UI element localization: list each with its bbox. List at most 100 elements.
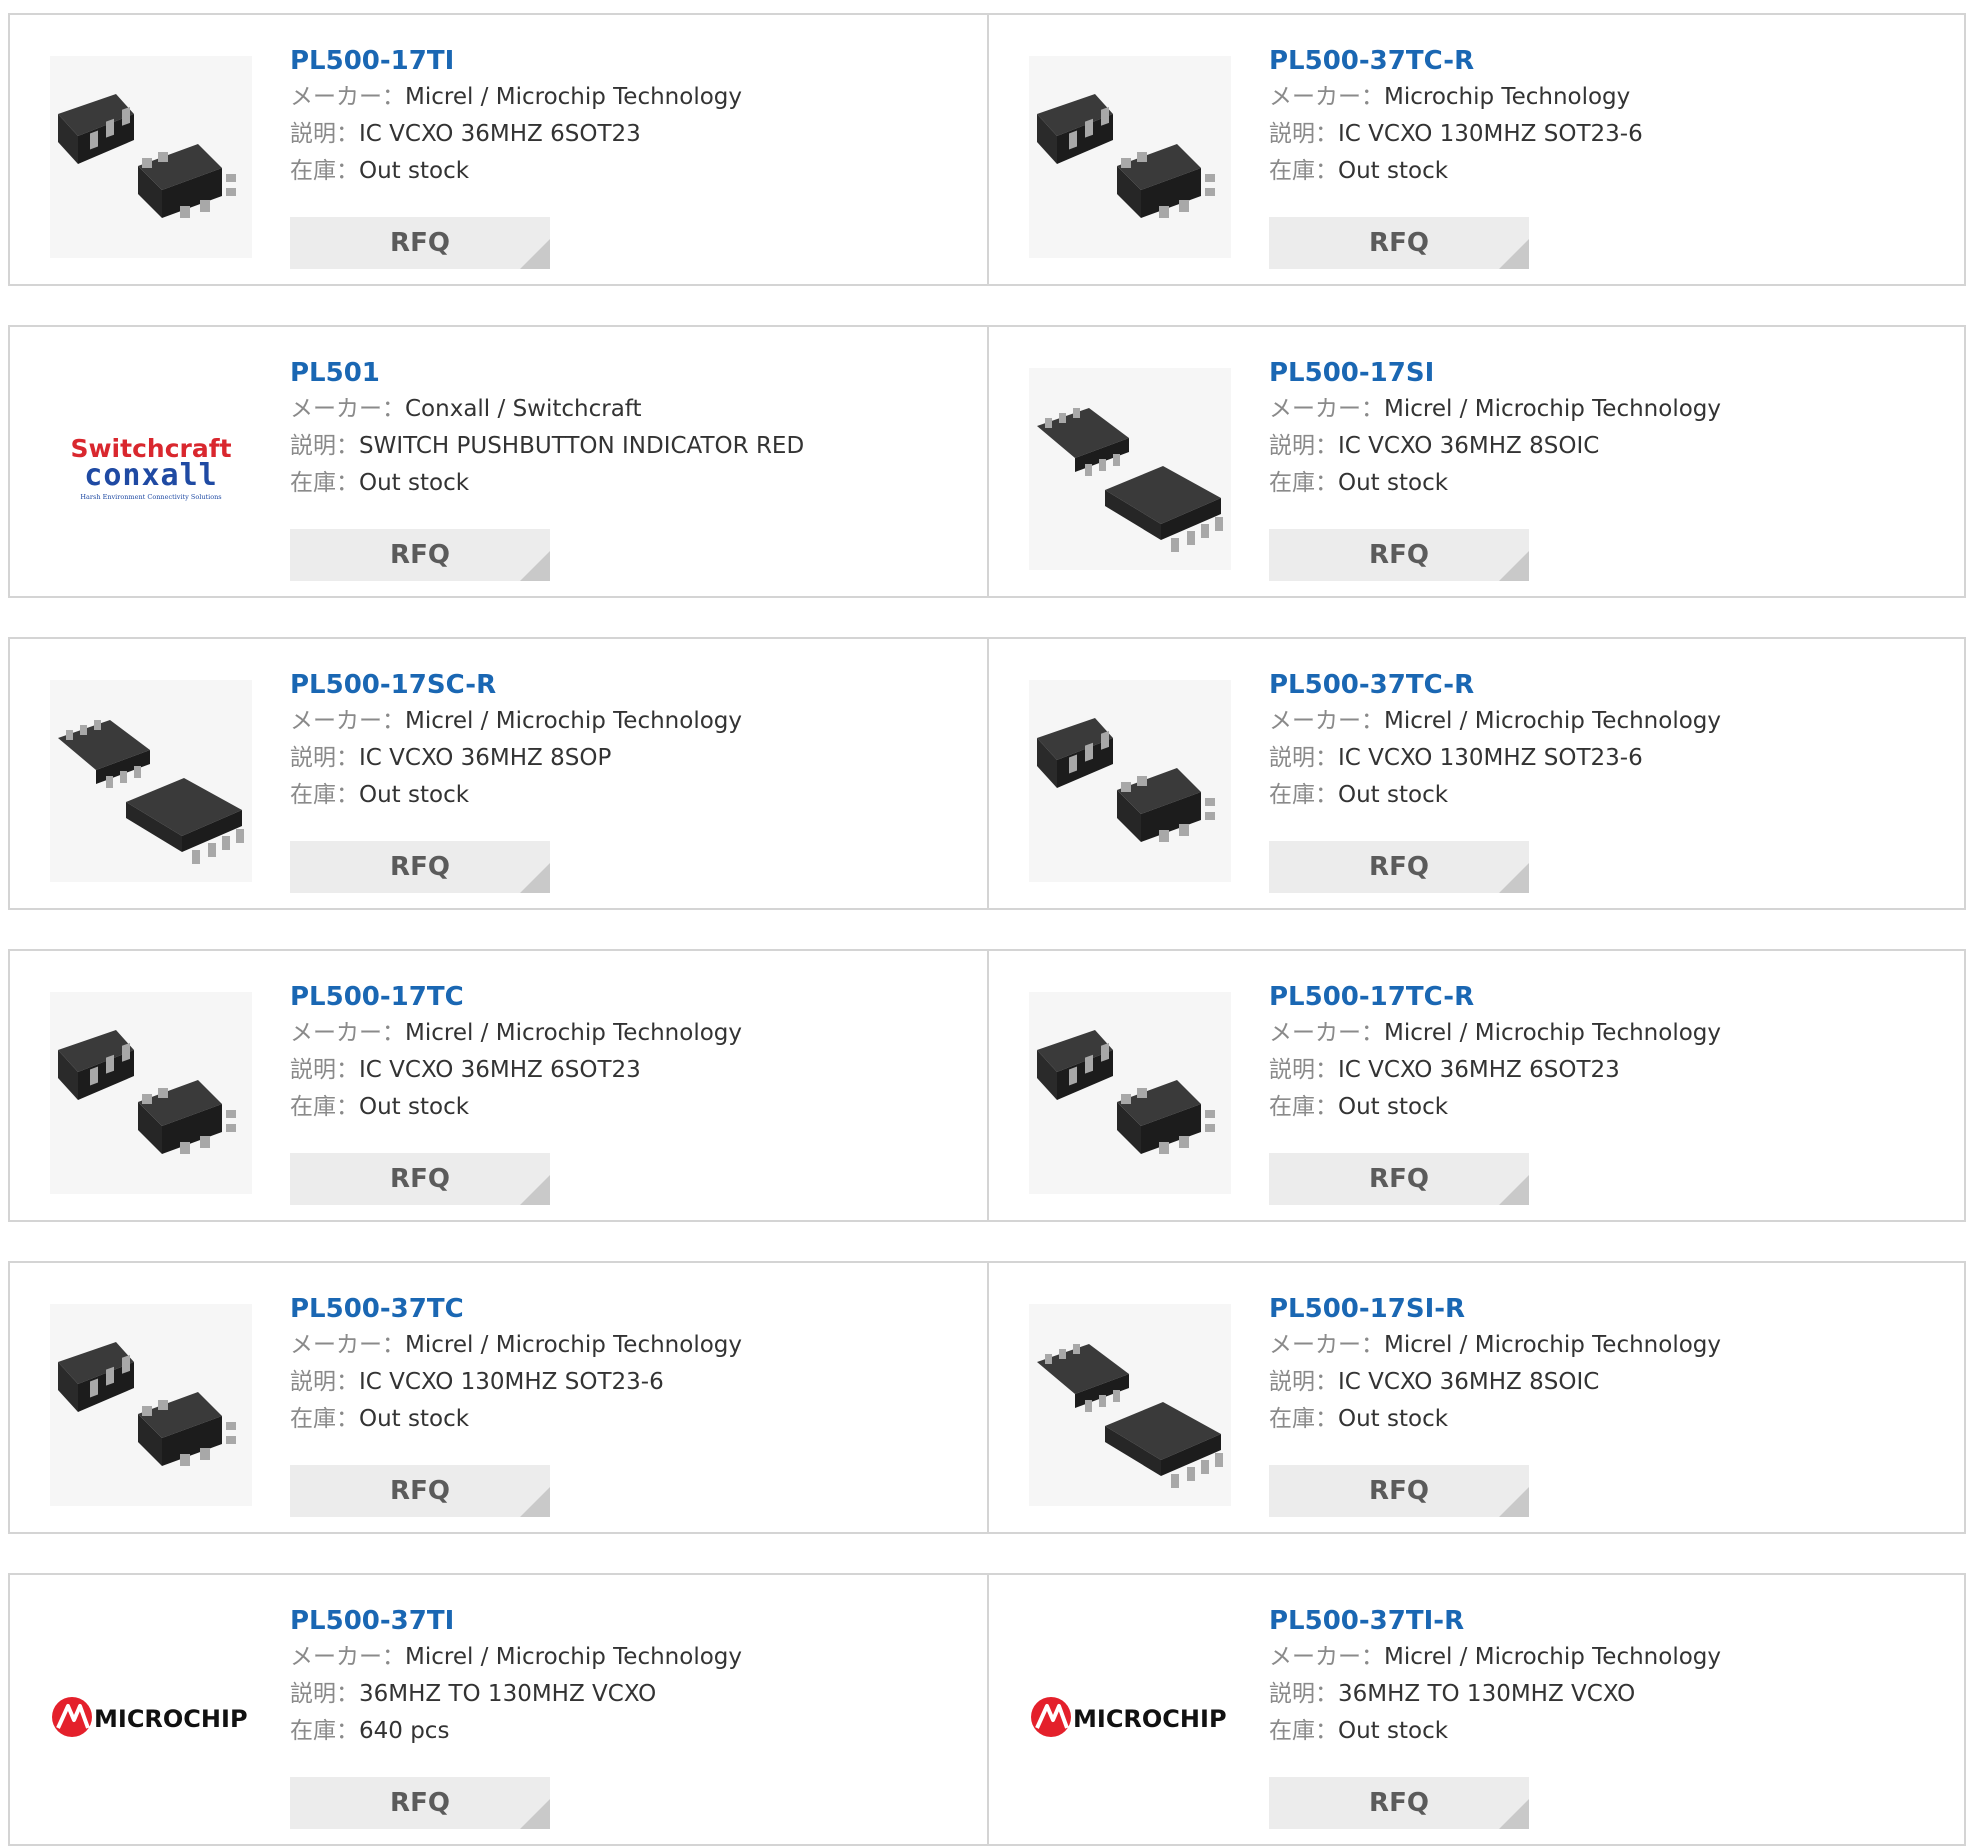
rfq-button[interactable]: RFQ [290, 217, 550, 269]
stock-label: 在庫 [1269, 1406, 1338, 1432]
part-number-link[interactable]: PL501 [290, 355, 977, 391]
manufacturer-line: メーカーMicrel / Microchip Technology [1269, 391, 1956, 428]
manufacturer-label: メーカー [290, 84, 405, 110]
stock-value: Out stock [359, 158, 470, 184]
stock-label: 在庫 [1269, 158, 1338, 184]
rfq-button[interactable]: RFQ [1269, 1777, 1529, 1829]
part-number-link[interactable]: PL500-37TC [290, 1291, 977, 1327]
rfq-label: RFQ [1369, 1788, 1429, 1818]
stock-value: Out stock [359, 470, 470, 496]
part-number-link[interactable]: PL500-37TI-R [1269, 1603, 1956, 1639]
product-row: PL500-37TC メーカーMicrel / Microchip Techno… [8, 1261, 1966, 1534]
rfq-label: RFQ [1369, 1476, 1429, 1506]
stock-label: 在庫 [1269, 1094, 1338, 1120]
manufacturer-label: メーカー [1269, 1332, 1384, 1358]
rfq-label: RFQ [390, 540, 450, 570]
rfq-button[interactable]: RFQ [290, 1777, 550, 1829]
product-card: MICROCHIP PL500-37TI メーカーMicrel / Microc… [10, 1575, 987, 1844]
sot23-chip-image[interactable] [50, 992, 252, 1194]
manufacturer-value: Micrel / Microchip Technology [405, 84, 743, 110]
stock-value: Out stock [359, 782, 470, 808]
manufacturer-line: メーカーMicrel / Microchip Technology [1269, 1639, 1956, 1676]
sot23-chip-image[interactable] [50, 56, 252, 258]
product-info: PL500-37TI メーカーMicrel / Microchip Techno… [290, 1603, 977, 1750]
description-label: 説明 [290, 121, 359, 147]
microchip-logo[interactable]: MICROCHIP [50, 1616, 252, 1818]
rfq-label: RFQ [1369, 228, 1429, 258]
soic-chip-image[interactable] [1029, 368, 1231, 570]
description-value: IC VCXO 36MHZ 8SOIC [1338, 433, 1600, 459]
description-label: 説明 [1269, 121, 1338, 147]
part-number-link[interactable]: PL500-17TI [290, 43, 977, 79]
part-number-link[interactable]: PL500-37TC-R [1269, 43, 1956, 79]
sot23-chip-image[interactable] [50, 1304, 252, 1506]
description-line: 説明36MHZ TO 130MHZ VCXO [290, 1676, 977, 1713]
description-value: IC VCXO 36MHZ 8SOP [359, 745, 612, 771]
manufacturer-label: メーカー [290, 708, 405, 734]
rfq-button[interactable]: RFQ [1269, 217, 1529, 269]
corner-fold-icon [520, 1487, 550, 1517]
rfq-button[interactable]: RFQ [1269, 841, 1529, 893]
description-label: 説明 [290, 1369, 359, 1395]
rfq-button[interactable]: RFQ [1269, 529, 1529, 581]
stock-line: 在庫Out stock [1269, 1401, 1956, 1438]
manufacturer-line: メーカーMicrel / Microchip Technology [290, 1639, 977, 1676]
manufacturer-value: Micrel / Microchip Technology [1384, 396, 1722, 422]
description-value: IC VCXO 130MHZ SOT23-6 [1338, 121, 1643, 147]
manufacturer-label: メーカー [290, 1332, 405, 1358]
rfq-label: RFQ [390, 1164, 450, 1194]
corner-fold-icon [520, 863, 550, 893]
rfq-label: RFQ [390, 852, 450, 882]
product-row: PL500-17SC-R メーカーMicrel / Microchip Tech… [8, 637, 1966, 910]
rfq-button[interactable]: RFQ [1269, 1465, 1529, 1517]
stock-line: 在庫Out stock [290, 465, 977, 502]
microchip-logo[interactable]: MICROCHIP [1029, 1616, 1231, 1818]
sot23-chip-image[interactable] [1029, 680, 1231, 882]
rfq-button[interactable]: RFQ [290, 1465, 550, 1517]
stock-value: Out stock [1338, 782, 1449, 808]
part-number-link[interactable]: PL500-17TC-R [1269, 979, 1956, 1015]
stock-label: 在庫 [290, 782, 359, 808]
rfq-button[interactable]: RFQ [290, 841, 550, 893]
manufacturer-label: メーカー [290, 1644, 405, 1670]
rfq-button[interactable]: RFQ [290, 529, 550, 581]
sot23-chip-image[interactable] [1029, 56, 1231, 258]
description-value: IC VCXO 36MHZ 6SOT23 [359, 121, 641, 147]
manufacturer-line: メーカーMicrochip Technology [1269, 79, 1956, 116]
stock-line: 在庫Out stock [1269, 153, 1956, 190]
manufacturer-value: Micrel / Microchip Technology [1384, 1644, 1722, 1670]
manufacturer-value: Micrel / Microchip Technology [405, 1020, 743, 1046]
manufacturer-label: メーカー [1269, 1020, 1384, 1046]
soic-chip-image[interactable] [1029, 1304, 1231, 1506]
part-number-link[interactable]: PL500-37TI [290, 1603, 977, 1639]
product-info: PL500-37TC-R メーカーMicrel / Microchip Tech… [1269, 667, 1956, 814]
description-label: 説明 [290, 745, 359, 771]
sot23-chip-image[interactable] [1029, 992, 1231, 1194]
manufacturer-label: メーカー [290, 396, 405, 422]
part-number-link[interactable]: PL500-17TC [290, 979, 977, 1015]
product-card: MICROCHIP PL500-37TI-R メーカーMicrel / Micr… [989, 1575, 1966, 1844]
description-line: 説明IC VCXO 130MHZ SOT23-6 [290, 1364, 977, 1401]
description-line: 説明IC VCXO 36MHZ 6SOT23 [290, 116, 977, 153]
switchcraft-logo[interactable]: Switchcraft conxall Harsh Environment Co… [50, 368, 252, 570]
corner-fold-icon [1499, 1487, 1529, 1517]
part-number-link[interactable]: PL500-17SI-R [1269, 1291, 1956, 1327]
part-number-link[interactable]: PL500-17SI [1269, 355, 1956, 391]
product-row: Switchcraft conxall Harsh Environment Co… [8, 325, 1966, 598]
corner-fold-icon [1499, 551, 1529, 581]
rfq-button[interactable]: RFQ [290, 1153, 550, 1205]
part-number-link[interactable]: PL500-17SC-R [290, 667, 977, 703]
stock-label: 在庫 [290, 1406, 359, 1432]
manufacturer-label: メーカー [1269, 396, 1384, 422]
rfq-button[interactable]: RFQ [1269, 1153, 1529, 1205]
rfq-label: RFQ [1369, 852, 1429, 882]
soic-chip-image[interactable] [50, 680, 252, 882]
description-line: 説明IC VCXO 36MHZ 6SOT23 [290, 1052, 977, 1089]
part-number-link[interactable]: PL500-37TC-R [1269, 667, 1956, 703]
description-line: 説明IC VCXO 36MHZ 6SOT23 [1269, 1052, 1956, 1089]
product-card: PL500-37TC メーカーMicrel / Microchip Techno… [10, 1263, 987, 1532]
description-value: 36MHZ TO 130MHZ VCXO [1338, 1681, 1636, 1707]
manufacturer-line: メーカーMicrel / Microchip Technology [290, 1015, 977, 1052]
description-label: 説明 [1269, 433, 1338, 459]
product-info: PL500-37TI-R メーカーMicrel / Microchip Tech… [1269, 1603, 1956, 1750]
